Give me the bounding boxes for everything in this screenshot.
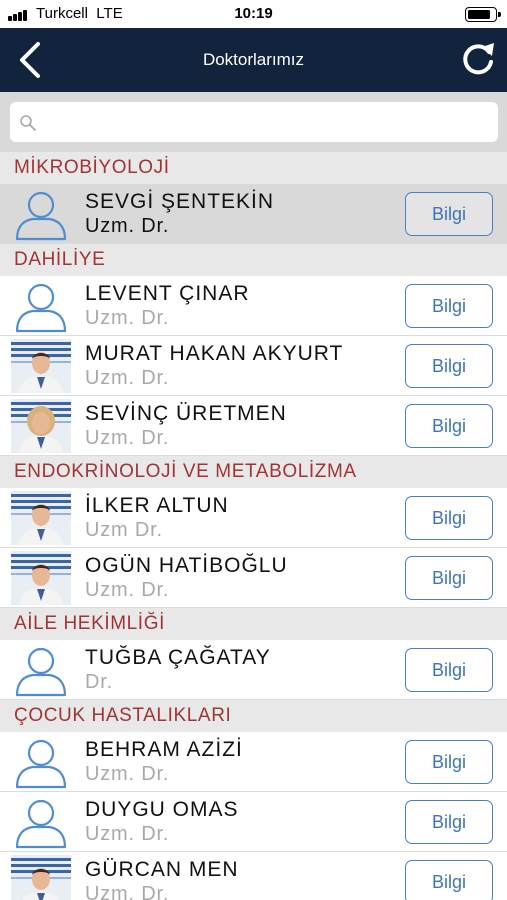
doctor-row[interactable]: BEHRAM AZİZİ Uzm. Dr. Bilgi: [0, 732, 507, 792]
section-header: DAHİLİYE: [0, 244, 507, 276]
status-bar: Turkcell LTE 10:19: [0, 0, 507, 28]
section-header: MİKROBİYOLOJİ: [0, 152, 507, 184]
doctor-row[interactable]: OGÜN HATİBOĞLU Uzm. Dr. Bilgi: [0, 548, 507, 608]
doctor-row[interactable]: SEVGİ ŞENTEKİN Uzm. Dr. Bilgi: [0, 184, 507, 244]
doctor-name: İLKER ALTUN: [85, 494, 229, 517]
section-header: ENDOKRİNOLOJİ VE METABOLİZMA: [0, 456, 507, 488]
info-button[interactable]: Bilgi: [405, 404, 493, 448]
doctor-name: SEVİNÇ ÜRETMEN: [85, 402, 287, 425]
doctor-title: Uzm. Dr.: [85, 367, 170, 389]
doctor-name: MURAT HAKAN AKYURT: [85, 342, 344, 365]
page-title: Doktorlarımız: [202, 50, 305, 69]
doctor-row[interactable]: MURAT HAKAN AKYURT Uzm. Dr. Bilgi: [0, 336, 507, 396]
doctor-title: Uzm. Dr.: [85, 763, 170, 785]
doctor-photo: [11, 855, 71, 900]
doctor-row[interactable]: SEVİNÇ ÜRETMEN Uzm. Dr. Bilgi: [0, 396, 507, 456]
info-button[interactable]: Bilgi: [405, 860, 493, 900]
doctor-title: Uzm. Dr.: [85, 307, 170, 329]
info-button[interactable]: Bilgi: [405, 800, 493, 844]
doctor-photo: [11, 339, 71, 393]
doctor-name: GÜRCAN MEN: [85, 858, 239, 881]
nav-bar: Doktorlarımız: [0, 28, 507, 92]
doctor-name: SEVGİ ŞENTEKİN: [85, 190, 275, 213]
info-button[interactable]: Bilgi: [405, 284, 493, 328]
doctor-name: DUYGU OMAS: [85, 798, 239, 821]
doctor-row[interactable]: TUĞBA ÇAĞATAY Dr. Bilgi: [0, 640, 507, 700]
avatar-placeholder-icon: [11, 643, 71, 697]
avatar-placeholder-icon: [11, 187, 71, 241]
section-header: ÇOCUK HASTALIKLARI: [0, 700, 507, 732]
doctor-photo: [11, 491, 71, 545]
battery-icon: [465, 7, 501, 22]
doctor-name: TUĞBA ÇAĞATAY: [85, 646, 271, 669]
doctor-title: Dr.: [85, 671, 113, 693]
doctor-row[interactable]: İLKER ALTUN Uzm Dr. Bilgi: [0, 488, 507, 548]
doctor-row[interactable]: LEVENT ÇINAR Uzm. Dr. Bilgi: [0, 276, 507, 336]
avatar-placeholder-icon: [11, 795, 71, 849]
avatar-placeholder-icon: [11, 279, 71, 333]
doctor-row[interactable]: DUYGU OMAS Uzm. Dr. Bilgi: [0, 792, 507, 852]
search-bar: [0, 92, 507, 152]
info-button[interactable]: Bilgi: [405, 556, 493, 600]
doctor-title: Uzm Dr.: [85, 519, 163, 541]
doctor-photo: [11, 551, 71, 605]
doctor-row[interactable]: GÜRCAN MEN Uzm. Dr. Bilgi: [0, 852, 507, 900]
doctor-name: BEHRAM AZİZİ: [85, 738, 243, 761]
doctor-list[interactable]: MİKROBİYOLOJİ SEVGİ ŞENTEKİN Uzm. Dr. Bilgi…: [0, 152, 507, 900]
doctor-photo: [11, 399, 71, 453]
info-button[interactable]: Bilgi: [405, 344, 493, 388]
doctor-name: OGÜN HATİBOĞLU: [85, 554, 288, 577]
refresh-button[interactable]: [456, 38, 500, 82]
doctor-name: LEVENT ÇINAR: [85, 282, 250, 305]
info-button[interactable]: Bilgi: [405, 496, 493, 540]
doctor-title: Uzm. Dr.: [85, 579, 170, 601]
doctor-title: Uzm. Dr.: [85, 883, 170, 900]
avatar-placeholder-icon: [11, 735, 71, 789]
status-time: 10:19: [234, 5, 273, 22]
info-button[interactable]: Bilgi: [405, 192, 493, 236]
refresh-icon: [463, 43, 494, 75]
info-button[interactable]: Bilgi: [405, 648, 493, 692]
search-icon: [20, 115, 36, 131]
info-button[interactable]: Bilgi: [405, 740, 493, 784]
doctor-title: Uzm. Dr.: [85, 215, 170, 237]
doctor-title: Uzm. Dr.: [85, 823, 170, 845]
doctor-title: Uzm. Dr.: [85, 427, 170, 449]
section-header: AİLE HEKİMLİĞİ: [0, 608, 507, 640]
search-input[interactable]: [46, 102, 486, 142]
search-field-container[interactable]: [10, 102, 498, 142]
